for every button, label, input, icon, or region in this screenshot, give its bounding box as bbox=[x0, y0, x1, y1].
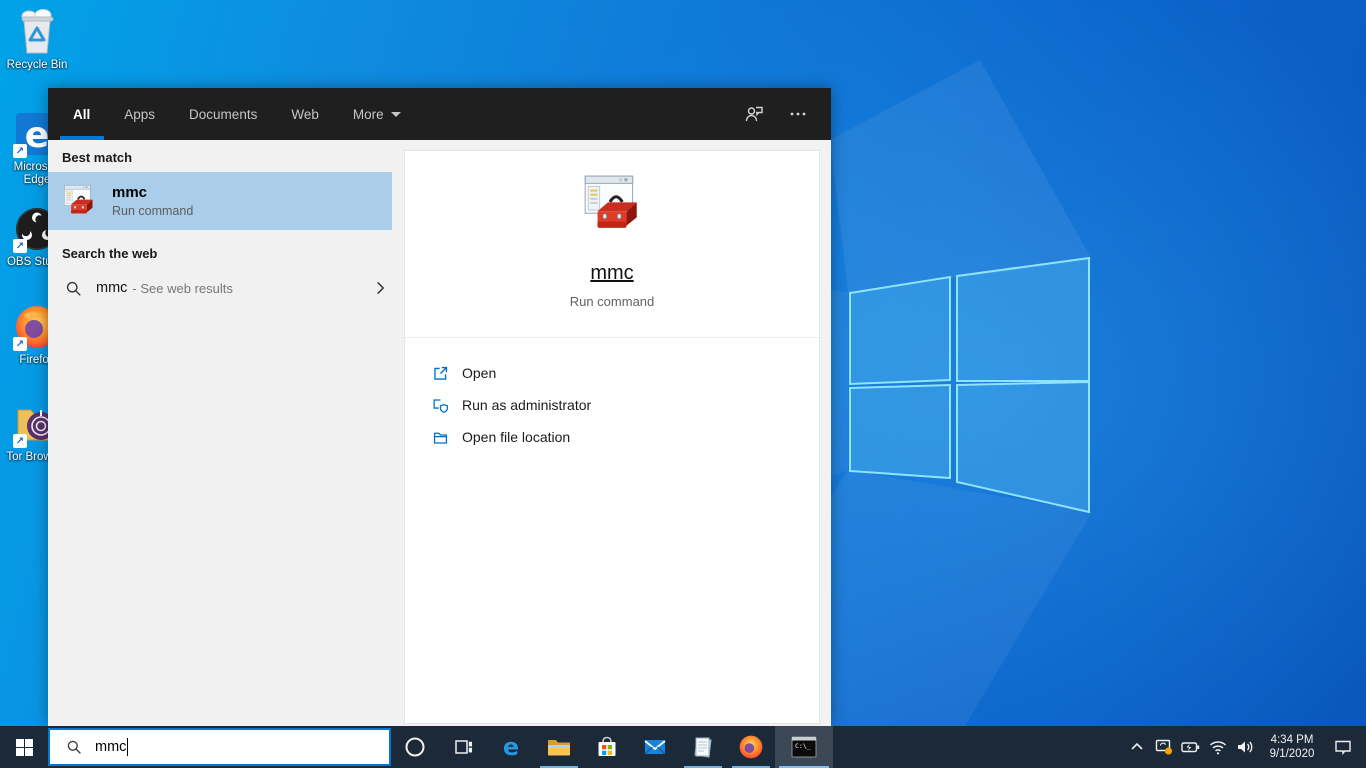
svg-text:C:\_: C:\_ bbox=[795, 742, 811, 750]
mail-icon bbox=[644, 740, 666, 755]
tab-apps[interactable]: Apps bbox=[107, 88, 172, 140]
notepad-icon bbox=[694, 737, 712, 758]
text-caret bbox=[127, 738, 129, 756]
tab-all[interactable]: All bbox=[56, 88, 107, 140]
taskbar-app-notepad[interactable] bbox=[679, 726, 727, 768]
command-prompt-icon: C:\_ bbox=[791, 736, 817, 758]
action-label: Open bbox=[462, 365, 497, 381]
taskbar-search-value: mmc bbox=[95, 739, 127, 755]
taskbar-app-command-prompt[interactable]: C:\_ bbox=[775, 726, 833, 768]
recycle-bin-icon bbox=[13, 8, 61, 56]
search-icon bbox=[66, 281, 81, 296]
taskbar-app-firefox[interactable] bbox=[727, 726, 775, 768]
tab-documents[interactable]: Documents bbox=[172, 88, 274, 140]
best-match-section-label: Best match bbox=[62, 150, 133, 165]
web-query-text: mmc bbox=[96, 280, 128, 296]
taskbar-app-file-explorer[interactable] bbox=[535, 726, 583, 768]
display-refresh-icon bbox=[1155, 739, 1172, 755]
search-detail-column: mmc Run command Open Run as administrato… bbox=[404, 140, 831, 726]
taskbar-app-store[interactable] bbox=[583, 726, 631, 768]
user-feedback-icon[interactable] bbox=[737, 97, 771, 131]
action-label: Open file location bbox=[462, 429, 571, 445]
action-open-file-location[interactable]: Open file location bbox=[432, 421, 819, 453]
web-search-result-mmc[interactable]: mmc - See web results bbox=[48, 268, 404, 308]
battery-charging-icon bbox=[1181, 742, 1200, 753]
search-flyout-panel: All Apps Documents Web More Best match m… bbox=[48, 88, 831, 726]
windows-start-icon bbox=[15, 738, 33, 756]
detail-subtitle: Run command bbox=[569, 294, 655, 309]
tab-web[interactable]: Web bbox=[274, 88, 336, 140]
web-suffix-text: - See web results bbox=[132, 280, 233, 296]
best-match-detail-card: mmc Run command Open Run as administrato… bbox=[404, 150, 820, 724]
microsoft-store-icon bbox=[598, 736, 616, 756]
taskbar-clock[interactable]: 4:34 PM 9/1/2020 bbox=[1263, 733, 1321, 761]
detail-title: mmc bbox=[590, 262, 634, 284]
tab-more[interactable]: More bbox=[336, 88, 418, 140]
action-label: Run as administrator bbox=[462, 397, 592, 413]
tray-show-hidden-icons[interactable] bbox=[1124, 726, 1150, 768]
action-run-as-administrator[interactable]: Run as administrator bbox=[432, 389, 819, 421]
taskbar-search-input[interactable]: mmc bbox=[48, 728, 391, 766]
start-button[interactable] bbox=[0, 726, 48, 768]
cortana-icon bbox=[405, 737, 425, 757]
detail-actions: Open Run as administrator Open file loca… bbox=[405, 338, 819, 453]
search-panel-header: All Apps Documents Web More bbox=[48, 88, 831, 140]
search-results-column: Best match mmc Run command Search the we… bbox=[48, 140, 404, 726]
action-center-icon bbox=[1335, 740, 1351, 756]
admin-shield-icon bbox=[433, 398, 448, 413]
ellipsis-menu-icon[interactable] bbox=[781, 97, 815, 131]
task-view-icon bbox=[455, 740, 473, 754]
svg-text:e: e bbox=[503, 734, 519, 760]
shortcut-arrow-icon: ↗ bbox=[13, 144, 27, 158]
mmc-toolbox-icon bbox=[64, 184, 93, 214]
tray-display-status[interactable] bbox=[1150, 726, 1177, 768]
edge-icon: e bbox=[503, 734, 519, 760]
taskbar: mmc e C:\_ 4:34 PM 9/1/2020 bbox=[0, 726, 1366, 768]
taskbar-app-mail[interactable] bbox=[631, 726, 679, 768]
firefox-icon bbox=[739, 735, 763, 759]
action-center-button[interactable] bbox=[1326, 726, 1360, 768]
tray-battery[interactable] bbox=[1177, 726, 1204, 768]
shortcut-arrow-icon: ↗ bbox=[13, 337, 27, 351]
alert-dot bbox=[1164, 747, 1172, 755]
shortcut-arrow-icon: ↗ bbox=[13, 434, 27, 448]
search-web-section-label: Search the web bbox=[62, 246, 158, 261]
desktop-icon-label: Recycle Bin bbox=[6, 59, 68, 71]
best-match-result-mmc[interactable]: mmc Run command bbox=[48, 172, 392, 230]
clock-date: 9/1/2020 bbox=[1269, 748, 1315, 760]
chevron-right-icon[interactable] bbox=[372, 280, 388, 296]
search-icon bbox=[67, 740, 81, 754]
file-location-icon bbox=[433, 432, 448, 444]
shortcut-arrow-icon: ↗ bbox=[13, 239, 27, 253]
best-match-subtitle: Run command bbox=[112, 204, 194, 218]
search-filter-tabs: All Apps Documents Web More bbox=[56, 88, 418, 140]
wifi-icon bbox=[1209, 741, 1226, 755]
volume-icon bbox=[1237, 741, 1252, 753]
best-match-title: mmc bbox=[112, 184, 148, 201]
chevron-down-icon bbox=[390, 111, 401, 117]
svg-text:e: e bbox=[25, 115, 49, 156]
file-explorer-icon bbox=[548, 740, 570, 756]
taskbar-app-edge[interactable]: e bbox=[487, 726, 535, 768]
mmc-toolbox-icon-large bbox=[584, 175, 637, 228]
action-open[interactable]: Open bbox=[432, 357, 819, 389]
cortana-button[interactable] bbox=[391, 726, 439, 768]
chevron-up-icon bbox=[1131, 742, 1143, 750]
task-view-button[interactable] bbox=[439, 726, 487, 768]
clock-time: 4:34 PM bbox=[1270, 734, 1314, 746]
tray-network[interactable] bbox=[1204, 726, 1231, 768]
desktop-icon-recycle-bin[interactable]: Recycle Bin bbox=[1, 8, 73, 72]
system-tray: 4:34 PM 9/1/2020 bbox=[1124, 726, 1366, 768]
tray-volume[interactable] bbox=[1231, 726, 1258, 768]
open-icon bbox=[434, 366, 448, 380]
